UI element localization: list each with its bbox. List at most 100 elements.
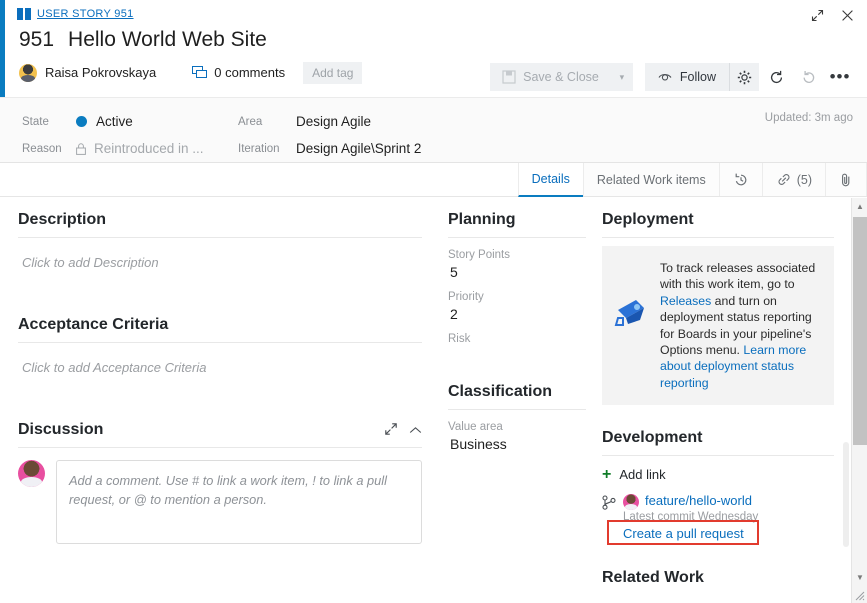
discussion-header: Discussion [18, 421, 422, 447]
eye-icon [658, 72, 673, 83]
work-item-id: 951 [19, 28, 54, 52]
planning-heading: Planning [448, 211, 586, 237]
area-value[interactable]: Design Agile [296, 114, 371, 129]
reason-value: Reintroduced in ... [76, 141, 204, 156]
branch-icon [602, 495, 616, 510]
undo-icon[interactable] [793, 63, 823, 91]
latest-commit-text: Latest commit Wednesday [623, 511, 834, 523]
state-value[interactable]: Active [76, 114, 133, 129]
planning-divider [448, 237, 586, 238]
save-close-dropdown[interactable]: ▾ [611, 63, 633, 91]
field-strip: State Active Reason Reintroduced in ... … [0, 97, 867, 163]
chevron-up-icon[interactable] [409, 422, 422, 440]
iteration-value[interactable]: Design Agile\Sprint 2 [296, 141, 421, 156]
reason-field-row: Reason Reintroduced in ... [0, 135, 867, 162]
discussion-controls [384, 422, 422, 447]
create-pull-request-link[interactable]: Create a pull request [623, 526, 744, 541]
lock-icon [76, 143, 86, 155]
title-row: 951 Hello World Web Site [5, 22, 867, 52]
comments-button[interactable]: 0 comments [192, 65, 285, 80]
discussion-heading: Discussion [18, 421, 103, 447]
description-divider [18, 237, 422, 238]
save-close-button[interactable]: Save & Close [490, 63, 611, 91]
related-work-heading: Related Work [602, 569, 834, 592]
discussion-divider [18, 447, 422, 448]
state-text: Active [96, 114, 133, 129]
resize-grip-icon[interactable] [853, 589, 865, 601]
scroll-down-arrow[interactable]: ▼ [852, 569, 867, 586]
add-link-label: Add link [619, 467, 665, 482]
state-dot-icon [76, 116, 87, 127]
vertical-scrollbar[interactable]: ▲ ▼ [851, 198, 867, 603]
assignee-name[interactable]: Raisa Pokrovskaya [45, 65, 156, 80]
priority-value[interactable]: 2 [448, 306, 586, 322]
comment-input[interactable]: Add a comment. Use # to link a work item… [56, 460, 422, 544]
classification-divider [448, 409, 586, 410]
deployment-text-part1: To track releases associated with this w… [660, 261, 815, 291]
deployment-divider [602, 237, 834, 238]
updated-timestamp: Updated: 3m ago [765, 112, 853, 124]
work-item-form: USER STORY 951 951 Hello World Web Site … [0, 0, 867, 603]
column-main: Description Click to add Description Acc… [0, 197, 440, 544]
header-toolbar: Save & Close ▾ Follow [490, 63, 855, 91]
add-link-button[interactable]: + Add link [602, 467, 834, 482]
follow-button[interactable]: Follow [645, 63, 729, 91]
column-planning: Planning Story Points 5 Priority 2 Risk … [440, 197, 600, 452]
tab-links[interactable]: (5) [762, 163, 825, 196]
branch-link-row: feature/hello-world [602, 493, 834, 510]
refresh-icon[interactable] [761, 63, 791, 91]
description-input[interactable]: Click to add Description [18, 242, 422, 270]
tab-history[interactable] [719, 163, 762, 196]
development-heading: Development [602, 429, 834, 455]
follow-label: Follow [680, 70, 716, 84]
acceptance-criteria-divider [18, 342, 422, 343]
follow-group: Follow [645, 63, 759, 91]
save-icon [502, 70, 516, 84]
deployment-heading: Deployment [602, 211, 834, 237]
acceptance-criteria-heading: Acceptance Criteria [18, 316, 422, 342]
work-item-header: USER STORY 951 951 Hello World Web Site … [0, 0, 867, 97]
acceptance-criteria-input[interactable]: Click to add Acceptance Criteria [18, 347, 422, 375]
gear-icon[interactable] [729, 63, 759, 91]
tab-related-label: Related Work items [597, 173, 706, 187]
area-label: Area [238, 116, 296, 128]
expand-diagonal-icon[interactable] [384, 422, 398, 441]
classification-heading: Classification [448, 383, 586, 409]
story-points-value[interactable]: 5 [448, 264, 586, 280]
attachment-icon [839, 172, 853, 188]
value-area-value[interactable]: Business [448, 436, 586, 452]
tab-strip: Details Related Work items (5) [0, 163, 867, 197]
breadcrumb-link[interactable]: USER STORY 951 [37, 8, 134, 20]
close-icon[interactable] [837, 5, 857, 25]
development-inner-scrollbar[interactable] [843, 442, 849, 547]
window-controls [807, 5, 857, 25]
tab-details[interactable]: Details [518, 163, 583, 197]
development-divider [602, 455, 834, 456]
avatar [18, 460, 45, 487]
deployment-info-text: To track releases associated with this w… [660, 260, 820, 391]
tab-related-work-items[interactable]: Related Work items [583, 163, 719, 196]
tab-details-label: Details [532, 172, 570, 186]
branch-name-link[interactable]: feature/hello-world [645, 493, 752, 508]
breadcrumb[interactable]: USER STORY 951 [5, 0, 867, 22]
user-story-icon [17, 8, 31, 20]
scrollbar-thumb[interactable] [853, 217, 867, 445]
discussion-compose-row: Add a comment. Use # to link a work item… [18, 460, 422, 544]
scroll-up-arrow[interactable]: ▲ [852, 198, 867, 215]
description-heading: Description [18, 211, 422, 237]
avatar [623, 494, 639, 510]
risk-label: Risk [448, 333, 586, 345]
area-field-row: Area Design Agile [238, 108, 421, 135]
add-tag-button[interactable]: Add tag [303, 62, 362, 84]
work-item-title[interactable]: Hello World Web Site [68, 28, 267, 52]
avatar[interactable] [19, 64, 37, 82]
reason-text: Reintroduced in ... [94, 141, 204, 156]
expand-icon[interactable] [807, 5, 827, 25]
releases-link[interactable]: Releases [660, 294, 711, 308]
tab-attachments[interactable] [825, 163, 867, 196]
save-close-group[interactable]: Save & Close ▾ [490, 63, 633, 91]
save-close-label: Save & Close [523, 70, 599, 84]
state-label: State [22, 116, 76, 128]
more-options-icon[interactable]: ••• [825, 63, 855, 91]
link-icon [776, 172, 792, 187]
